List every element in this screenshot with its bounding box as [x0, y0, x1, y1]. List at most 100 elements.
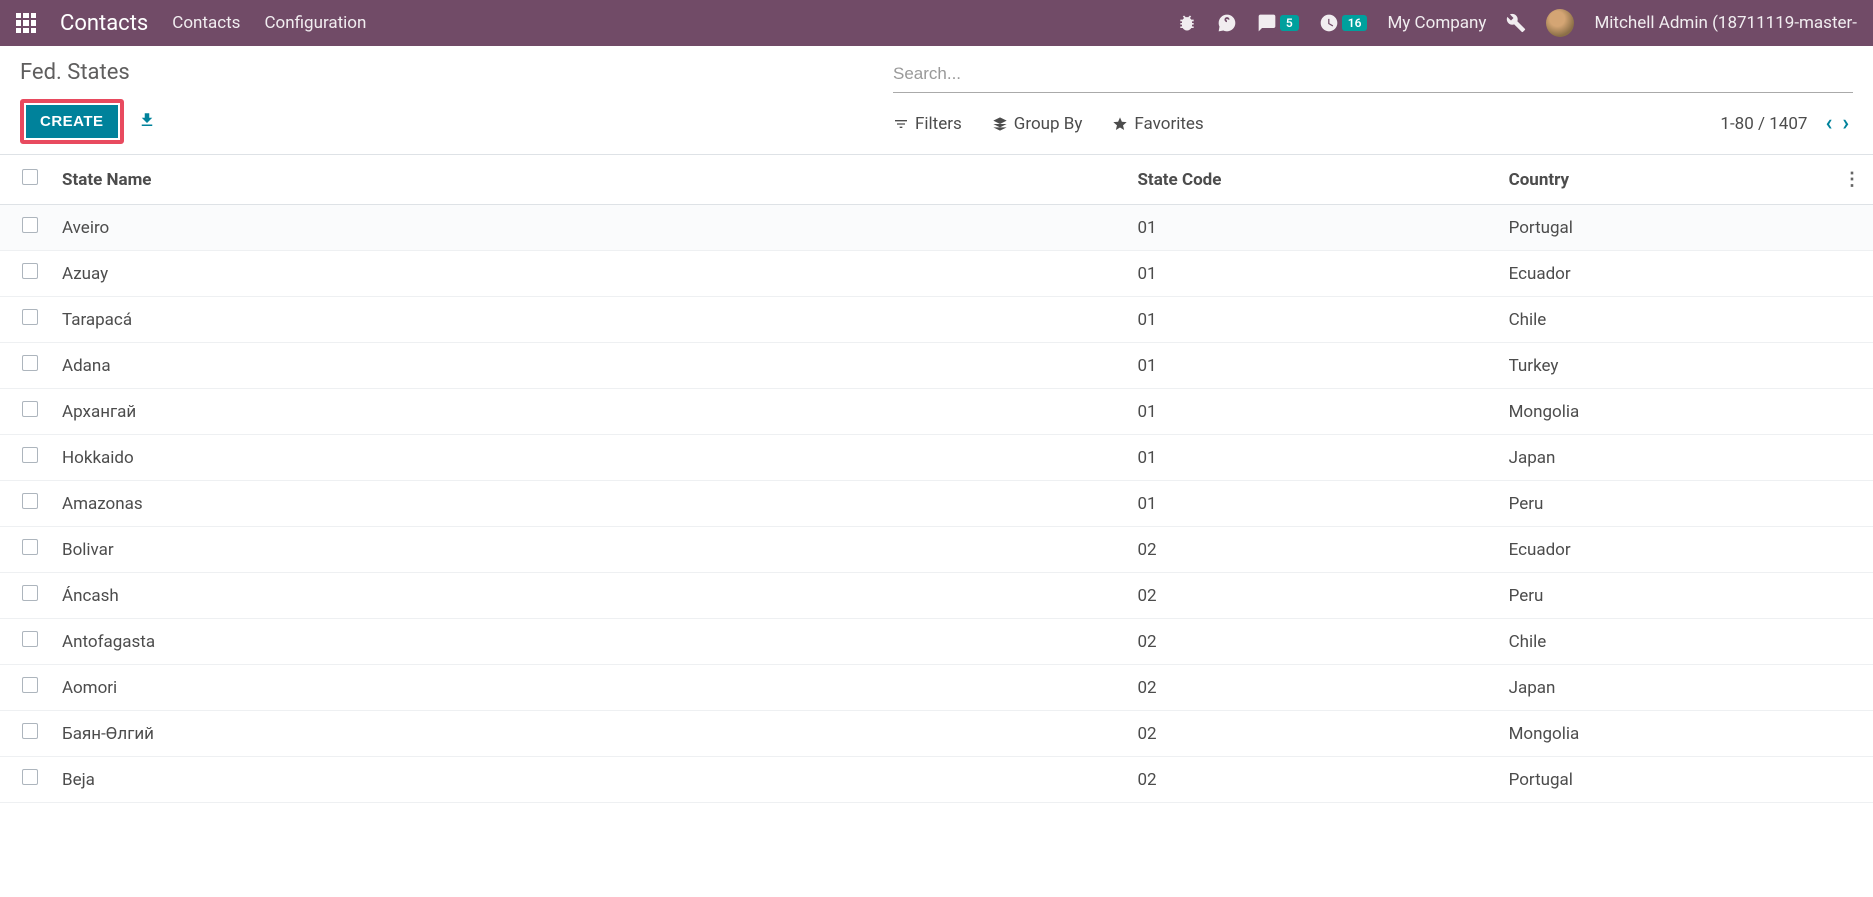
create-highlight: CREATE — [20, 99, 124, 144]
cell-code: 01 — [1125, 435, 1496, 481]
activities-icon[interactable]: 16 — [1319, 13, 1368, 33]
nav-link-configuration[interactable]: Configuration — [264, 13, 366, 33]
col-menu-icon[interactable]: ⋮ — [1843, 169, 1861, 190]
favorites-button[interactable]: Favorites — [1112, 114, 1203, 134]
select-all-checkbox[interactable] — [22, 169, 38, 185]
cell-name: Áncash — [50, 573, 1125, 619]
row-checkbox[interactable] — [22, 631, 38, 647]
row-checkbox[interactable] — [22, 309, 38, 325]
search-options: Filters Group By Favorites — [893, 114, 1204, 134]
table-row[interactable]: Архангай01Mongolia — [0, 389, 1873, 435]
phone-icon[interactable] — [1217, 13, 1237, 33]
breadcrumb: Fed. States — [20, 60, 156, 85]
table-row[interactable]: Hokkaido01Japan — [0, 435, 1873, 481]
row-checkbox[interactable] — [22, 217, 38, 233]
cell-name: Bolivar — [50, 527, 1125, 573]
table-row[interactable]: Tarapacá01Chile — [0, 297, 1873, 343]
cell-country: Chile — [1497, 619, 1831, 665]
cell-country: Japan — [1497, 435, 1831, 481]
messages-icon[interactable]: 5 — [1257, 13, 1299, 33]
create-button[interactable]: CREATE — [26, 105, 118, 138]
cell-country: Peru — [1497, 573, 1831, 619]
cell-code: 02 — [1125, 665, 1496, 711]
pager-arrows: ‹ › — [1821, 111, 1853, 136]
cell-code: 01 — [1125, 251, 1496, 297]
cell-code: 01 — [1125, 481, 1496, 527]
cell-country: Peru — [1497, 481, 1831, 527]
export-icon[interactable] — [138, 111, 156, 133]
favorites-label: Favorites — [1134, 114, 1203, 134]
row-checkbox[interactable] — [22, 539, 38, 555]
table-row[interactable]: Aomori02Japan — [0, 665, 1873, 711]
cell-name: Архангай — [50, 389, 1125, 435]
pager-prev[interactable]: ‹ — [1821, 111, 1836, 136]
cell-name: Aveiro — [50, 205, 1125, 251]
cell-country: Turkey — [1497, 343, 1831, 389]
row-checkbox[interactable] — [22, 677, 38, 693]
row-checkbox[interactable] — [22, 401, 38, 417]
star-icon — [1112, 116, 1128, 132]
navbar-right: 5 16 My Company Mitchell Admin (18711119… — [1177, 9, 1857, 37]
row-checkbox[interactable] — [22, 585, 38, 601]
row-checkbox[interactable] — [22, 263, 38, 279]
cell-country: Mongolia — [1497, 711, 1831, 757]
table-row[interactable]: Баян-Өлгий02Mongolia — [0, 711, 1873, 757]
row-checkbox[interactable] — [22, 493, 38, 509]
table-row[interactable]: Bolivar02Ecuador — [0, 527, 1873, 573]
table-row[interactable]: Amazonas01Peru — [0, 481, 1873, 527]
navbar: Contacts Contacts Configuration 5 16 My … — [0, 0, 1873, 46]
cell-country: Japan — [1497, 665, 1831, 711]
layers-icon — [992, 116, 1008, 132]
cell-code: 02 — [1125, 757, 1496, 803]
cell-name: Antofagasta — [50, 619, 1125, 665]
pager-text[interactable]: 1-80 / 1407 — [1720, 114, 1807, 134]
pager-next[interactable]: › — [1838, 111, 1853, 136]
user-menu[interactable]: Mitchell Admin (18711119-master- — [1594, 13, 1857, 33]
cell-name: Adana — [50, 343, 1125, 389]
cell-name: Hokkaido — [50, 435, 1125, 481]
cp-right: Filters Group By Favorites 1-80 / 1407 ‹… — [893, 60, 1853, 144]
cell-name: Azuay — [50, 251, 1125, 297]
table-row[interactable]: Áncash02Peru — [0, 573, 1873, 619]
cell-country: Mongolia — [1497, 389, 1831, 435]
nav-link-contacts[interactable]: Contacts — [172, 13, 240, 33]
cell-name: Aomori — [50, 665, 1125, 711]
cell-country: Ecuador — [1497, 527, 1831, 573]
table-row[interactable]: Beja02Portugal — [0, 757, 1873, 803]
search-box — [893, 60, 1853, 93]
navbar-left: Contacts Contacts Configuration — [16, 11, 366, 36]
table-row[interactable]: Azuay01Ecuador — [0, 251, 1873, 297]
row-checkbox[interactable] — [22, 355, 38, 371]
filters-label: Filters — [915, 114, 962, 134]
filters-button[interactable]: Filters — [893, 114, 962, 134]
cell-code: 02 — [1125, 527, 1496, 573]
cell-code: 01 — [1125, 343, 1496, 389]
table-row[interactable]: Antofagasta02Chile — [0, 619, 1873, 665]
bug-icon[interactable] — [1177, 13, 1197, 33]
tools-icon[interactable] — [1506, 13, 1526, 33]
col-header-name[interactable]: State Name — [50, 155, 1125, 205]
row-checkbox[interactable] — [22, 769, 38, 785]
avatar[interactable] — [1546, 9, 1574, 37]
col-header-code[interactable]: State Code — [1125, 155, 1496, 205]
cell-code: 01 — [1125, 297, 1496, 343]
groupby-button[interactable]: Group By — [992, 114, 1083, 134]
company-selector[interactable]: My Company — [1387, 13, 1486, 33]
activities-badge: 16 — [1342, 15, 1368, 31]
row-checkbox[interactable] — [22, 447, 38, 463]
col-header-country[interactable]: Country — [1497, 155, 1831, 205]
table-row[interactable]: Aveiro01Portugal — [0, 205, 1873, 251]
filter-icon — [893, 116, 909, 132]
cell-code: 01 — [1125, 205, 1496, 251]
search-input[interactable] — [893, 60, 1853, 88]
messages-badge: 5 — [1280, 15, 1299, 31]
row-checkbox[interactable] — [22, 723, 38, 739]
cell-name: Tarapacá — [50, 297, 1125, 343]
table-wrap: State Name State Code Country ⋮ Aveiro01… — [0, 155, 1873, 803]
cell-name: Beja — [50, 757, 1125, 803]
table-row[interactable]: Adana01Turkey — [0, 343, 1873, 389]
app-title[interactable]: Contacts — [60, 11, 148, 36]
cell-code: 02 — [1125, 573, 1496, 619]
pager: 1-80 / 1407 ‹ › — [1720, 111, 1853, 136]
apps-icon[interactable] — [16, 13, 36, 33]
